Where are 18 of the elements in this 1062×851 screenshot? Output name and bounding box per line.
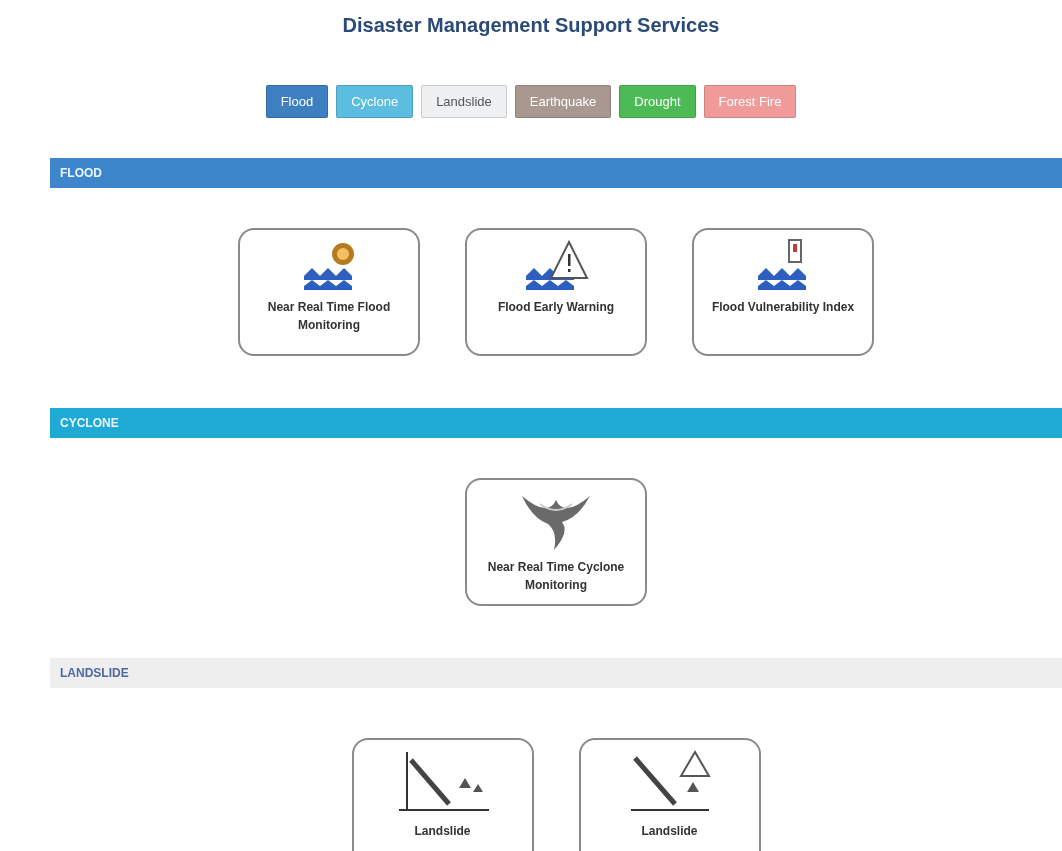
service-card[interactable]: Flood Early Warning — [465, 228, 647, 356]
service-card[interactable]: Landslide — [578, 738, 761, 851]
service-label: Landslide — [640, 823, 699, 840]
section-title: FLOOD — [60, 166, 102, 180]
service-label: Near Real Time Cyclone Monitoring — [486, 559, 626, 594]
service-label: Flood Vulnerability Index — [710, 299, 856, 316]
service-card[interactable]: Near Real Time Flood Monitoring — [238, 228, 420, 356]
service-label: Flood Early Warning — [496, 299, 616, 316]
section-title: LANDSLIDE — [60, 666, 129, 680]
service-card[interactable]: Flood Vulnerability Index — [692, 228, 874, 356]
service-card[interactable]: Near Real Time Cyclone Monitoring — [465, 478, 647, 606]
service-card[interactable]: Landslide — [351, 738, 534, 851]
page-title: Disaster Management Support Services — [341, 14, 721, 37]
service-label: Landslide — [413, 823, 472, 840]
category-tab[interactable]: Flood — [265, 85, 329, 118]
category-tab[interactable]: Landslide — [421, 85, 507, 118]
section-title: CYCLONE — [60, 416, 119, 430]
service-label: Near Real Time Flood Monitoring — [266, 299, 392, 334]
